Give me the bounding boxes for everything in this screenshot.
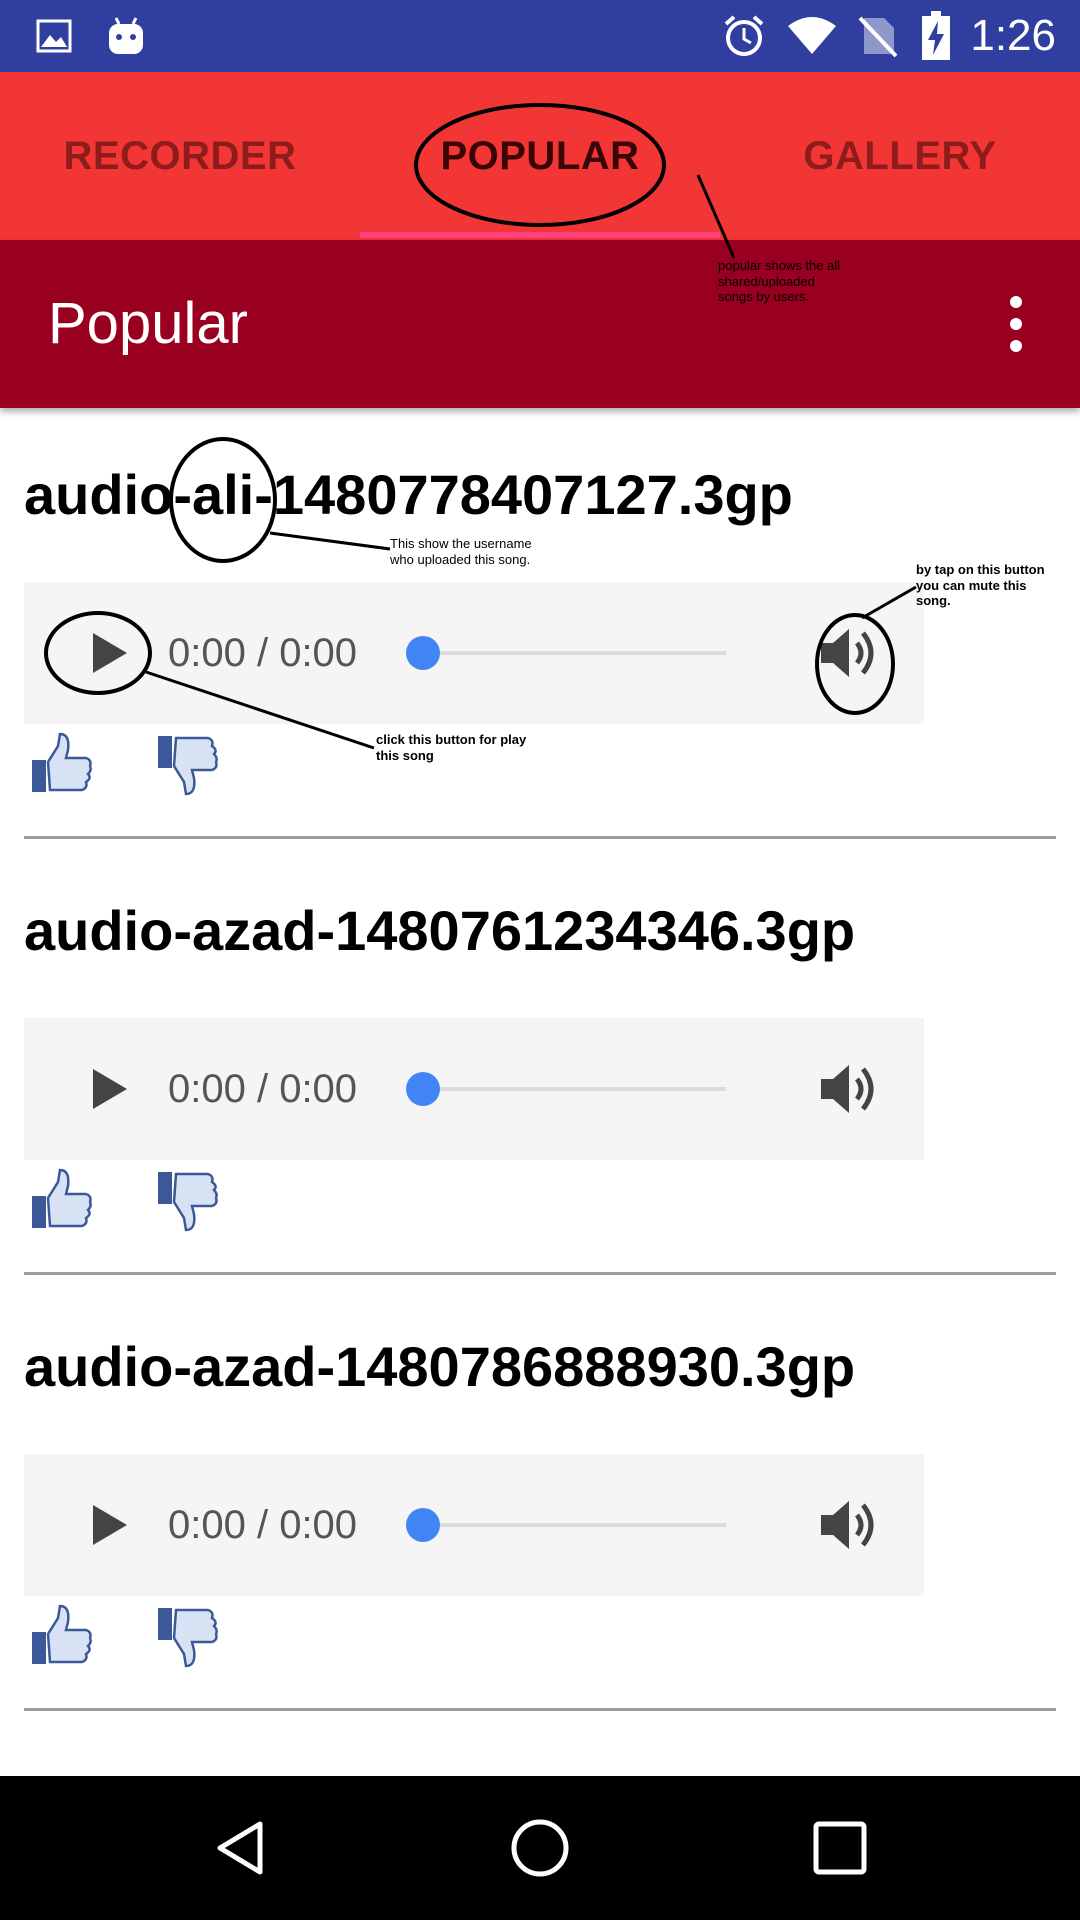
popular-callout-line bbox=[696, 174, 736, 259]
annotation-popular: popular shows the all shared/uploaded so… bbox=[718, 258, 841, 305]
back-icon[interactable] bbox=[204, 1812, 276, 1884]
annotation-username: This show the username who uploaded this… bbox=[390, 536, 532, 567]
mute-callout-ellipse bbox=[815, 613, 895, 715]
play-callout-ellipse bbox=[44, 611, 152, 695]
annotation-play: click this button for play this song bbox=[376, 732, 527, 763]
username-callout-ellipse bbox=[169, 437, 277, 563]
annotation-mute: by tap on this button you can mute this … bbox=[916, 562, 1045, 609]
recents-icon[interactable] bbox=[804, 1812, 876, 1884]
navigation-bar bbox=[0, 1776, 1080, 1920]
popular-tab-callout-ellipse bbox=[414, 103, 666, 227]
annotation-overlay bbox=[44, 103, 917, 750]
play-callout-line bbox=[145, 670, 375, 750]
home-icon[interactable] bbox=[504, 1812, 576, 1884]
mute-callout-line bbox=[861, 585, 917, 620]
username-callout-line bbox=[269, 531, 391, 551]
